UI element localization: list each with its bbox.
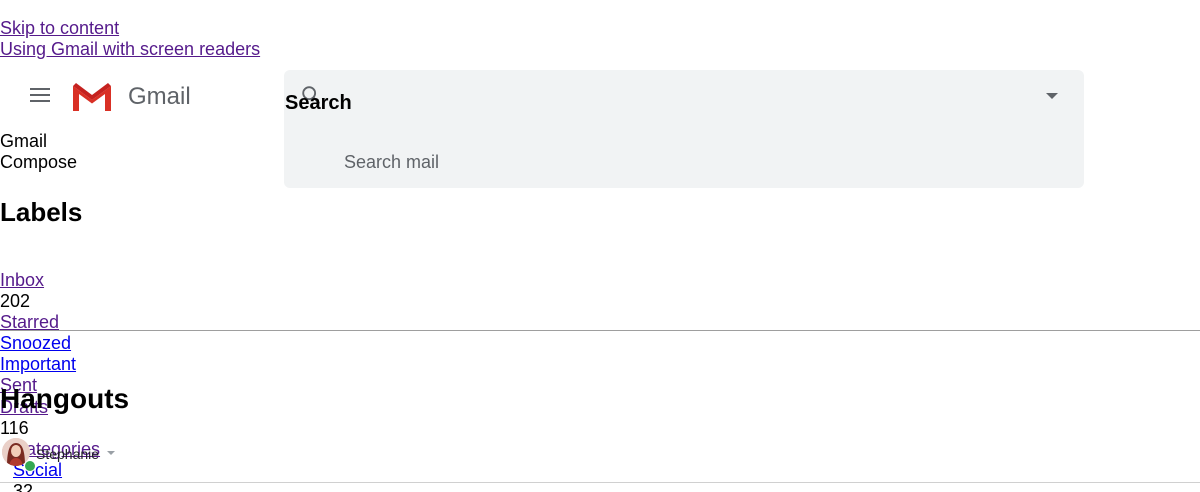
screen-readers-help-link[interactable]: Using Gmail with screen readers: [0, 39, 260, 60]
search-input[interactable]: [342, 148, 1026, 176]
search-options-chevron-down-icon[interactable]: [1046, 93, 1058, 99]
hangouts-heading: Hangouts: [0, 383, 130, 414]
search-bar[interactable]: Search: [284, 70, 1084, 188]
gmail-page: Skip to content Using Gmail with screen …: [0, 0, 1200, 492]
labels-heading: Labels: [0, 197, 83, 227]
drafts-count: 116: [0, 418, 29, 438]
sidebar-item-important[interactable]: Important: [0, 354, 76, 375]
gmail-label: Gmail: [0, 131, 48, 151]
gmail-logo-icon[interactable]: [70, 80, 114, 114]
online-status-dot: [24, 460, 36, 472]
sidebar-item-snoozed[interactable]: Snoozed: [0, 333, 71, 354]
hangouts-status-chevron-down-icon[interactable]: [107, 451, 115, 455]
compose-button[interactable]: Compose: [0, 152, 77, 173]
inbox-unread-count: 202: [0, 291, 31, 311]
search-heading: Search: [285, 92, 352, 114]
skip-to-content-link[interactable]: Skip to content: [0, 18, 119, 39]
hangouts-user-name[interactable]: Stephanie: [36, 445, 99, 463]
bottom-divider: [0, 482, 1200, 483]
gmail-logo-text[interactable]: Gmail: [128, 82, 191, 112]
hamburger-menu-icon[interactable]: [30, 88, 50, 104]
section-divider: [0, 330, 1200, 331]
sidebar-item-inbox[interactable]: Inbox: [0, 270, 44, 291]
